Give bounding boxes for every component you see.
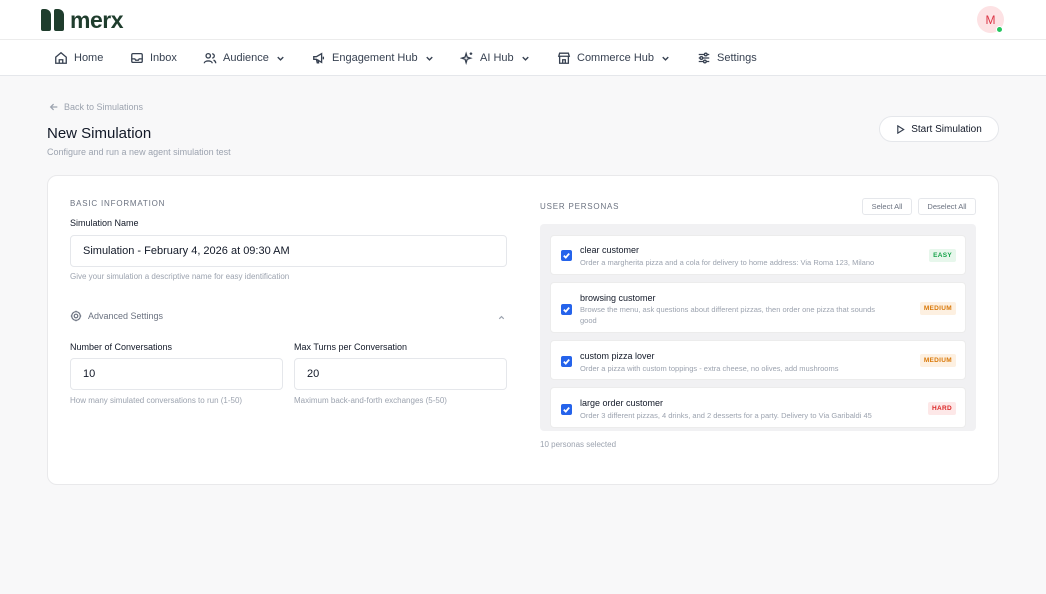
nav-home[interactable]: Home (54, 40, 103, 76)
persona-description: Order 3 different pizzas, 4 drinks, and … (580, 411, 872, 420)
online-status-dot (996, 26, 1003, 33)
user-personas-heading: USER PERSONAS (540, 202, 620, 211)
max-turns-input[interactable]: 20 (294, 358, 507, 390)
simulation-name-label: Simulation Name (70, 218, 139, 228)
nav-commerce-hub[interactable]: Commerce Hub (557, 40, 671, 76)
nav-ai-label: AI Hub (480, 52, 514, 64)
persona-item[interactable]: browsing customer Browse the menu, ask q… (550, 282, 966, 333)
conversations-label: Number of Conversations (70, 342, 173, 352)
persona-description: Order a pizza with custom toppings - ext… (580, 364, 839, 373)
sparkles-icon (460, 51, 473, 65)
difficulty-badge: HARD (928, 402, 956, 415)
nav-ai-hub[interactable]: AI Hub (460, 40, 531, 76)
persona-item[interactable]: large order customer Order 3 different p… (550, 387, 966, 428)
max-turns-label: Max Turns per Conversation (294, 342, 408, 352)
users-icon (203, 52, 217, 64)
difficulty-badge: MEDIUM (919, 302, 956, 315)
basic-info-heading: BASIC INFORMATION (70, 199, 166, 208)
persona-name: large order customer (580, 398, 664, 408)
chevron-down-icon (277, 56, 284, 61)
checkbox-checked-icon[interactable] (561, 250, 572, 261)
nav-inbox-label: Inbox (150, 52, 177, 64)
persona-description: Browse the menu, ask questions about dif… (580, 305, 876, 325)
chevron-down-icon (662, 56, 669, 61)
start-simulation-label: Start Simulation (911, 123, 982, 135)
back-link[interactable]: Back to Simulations (49, 102, 143, 112)
megaphone-icon (313, 52, 325, 64)
nav-inbox[interactable]: Inbox (130, 40, 177, 76)
logo-text: merx (70, 6, 123, 33)
advanced-settings-toggle[interactable]: Advanced Settings (70, 310, 163, 322)
nav-commerce-label: Commerce Hub (577, 52, 655, 64)
arrow-left-icon (49, 103, 58, 111)
inbox-icon (131, 52, 143, 64)
advanced-settings-label: Advanced Settings (88, 311, 164, 321)
nav-audience[interactable]: Audience (203, 40, 286, 76)
logo-mark-icon (41, 9, 64, 31)
persona-description: Order a margherita pizza and a cola for … (580, 258, 875, 267)
persona-name: browsing customer (580, 293, 656, 303)
home-icon (55, 51, 67, 64)
difficulty-badge: MEDIUM (919, 354, 956, 367)
play-icon (897, 124, 905, 134)
back-label: Back to Simulations (64, 102, 144, 112)
main-nav: Home Inbox Audience Engagement Hub AI Hu… (0, 40, 1046, 76)
simulation-name-hint: Give your simulation a descriptive name … (70, 272, 290, 281)
deselect-all-button[interactable]: Deselect All (918, 198, 976, 215)
checkbox-checked-icon[interactable] (561, 356, 572, 367)
nav-settings-label: Settings (717, 52, 757, 64)
sliders-icon (698, 52, 710, 64)
page-title: New Simulation (47, 125, 152, 142)
page-subtitle: Configure and run a new agent simulation… (47, 147, 231, 157)
simulation-name-input[interactable]: Simulation - February 4, 2026 at 09:30 A… (70, 235, 507, 267)
persona-item[interactable]: custom pizza lover Order a pizza with cu… (550, 340, 966, 380)
conversations-hint: How many simulated conversations to run … (70, 396, 243, 405)
chevron-up-icon[interactable] (497, 313, 506, 322)
nav-engagement-hub[interactable]: Engagement Hub (312, 40, 435, 76)
gear-icon (70, 310, 82, 322)
top-bar: merx (0, 0, 1046, 40)
chevron-down-icon (521, 56, 529, 61)
chevron-down-icon (425, 56, 433, 61)
persona-item[interactable]: clear customer Order a margherita pizza … (550, 235, 966, 275)
nav-settings[interactable]: Settings (697, 40, 757, 76)
merx-logo[interactable]: merx (41, 6, 123, 33)
conversations-input[interactable]: 10 (70, 358, 283, 390)
nav-home-label: Home (74, 52, 104, 64)
max-turns-hint: Maximum back-and-forth exchanges (5-50) (294, 396, 447, 405)
checkbox-checked-icon[interactable] (561, 404, 572, 415)
store-icon (557, 52, 571, 64)
persona-name: custom pizza lover (580, 351, 655, 361)
checkbox-checked-icon[interactable] (561, 304, 572, 315)
nav-audience-label: Audience (223, 52, 269, 64)
persona-name: clear customer (580, 245, 640, 255)
difficulty-badge: EASY (929, 249, 956, 262)
selected-count: 10 personas selected (540, 440, 617, 449)
start-simulation-button[interactable]: Start Simulation (879, 116, 999, 142)
nav-engagement-label: Engagement Hub (332, 52, 418, 64)
select-all-button[interactable]: Select All (862, 198, 912, 215)
